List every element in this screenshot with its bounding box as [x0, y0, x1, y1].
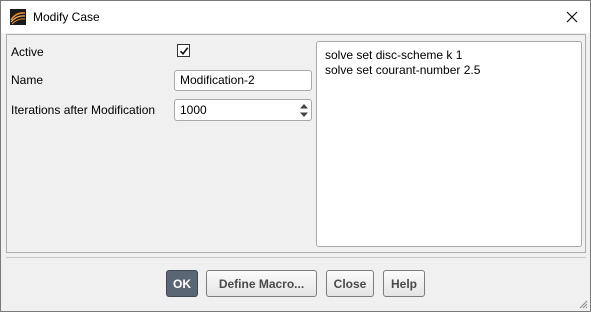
close-button[interactable]: Close [326, 270, 374, 297]
close-icon [566, 11, 578, 23]
active-label: Active [11, 45, 44, 59]
script-line: solve set courant-number 2.5 [325, 63, 481, 77]
spin-arrows-icon[interactable] [298, 101, 310, 120]
window-title: Modify Case [33, 10, 100, 24]
ok-button[interactable]: OK [166, 270, 198, 297]
active-checkbox[interactable] [177, 44, 190, 57]
button-separator [6, 257, 586, 258]
name-label: Name [11, 73, 44, 87]
title-bar[interactable]: Modify Case [1, 1, 590, 33]
iterations-label: Iterations after Modification [11, 103, 156, 117]
iterations-field[interactable]: 1000 [174, 99, 312, 121]
checkmark-icon [179, 46, 188, 55]
fluent-app-icon [10, 9, 26, 25]
settings-panel: Active Name Modification-2 Iterations af… [6, 34, 586, 253]
close-window-button[interactable] [554, 1, 590, 33]
resize-grip-icon[interactable] [578, 299, 588, 309]
help-button[interactable]: Help [383, 270, 425, 297]
name-field[interactable]: Modification-2 [174, 70, 312, 91]
modify-case-dialog: Modify Case Active Name Modification-2 I… [0, 0, 591, 312]
define-macro-button[interactable]: Define Macro... [206, 270, 317, 297]
script-line: solve set disc-scheme k 1 [325, 48, 463, 62]
script-textarea[interactable]: solve set disc-scheme k 1 solve set cour… [316, 41, 582, 247]
iterations-value: 1000 [180, 103, 207, 117]
